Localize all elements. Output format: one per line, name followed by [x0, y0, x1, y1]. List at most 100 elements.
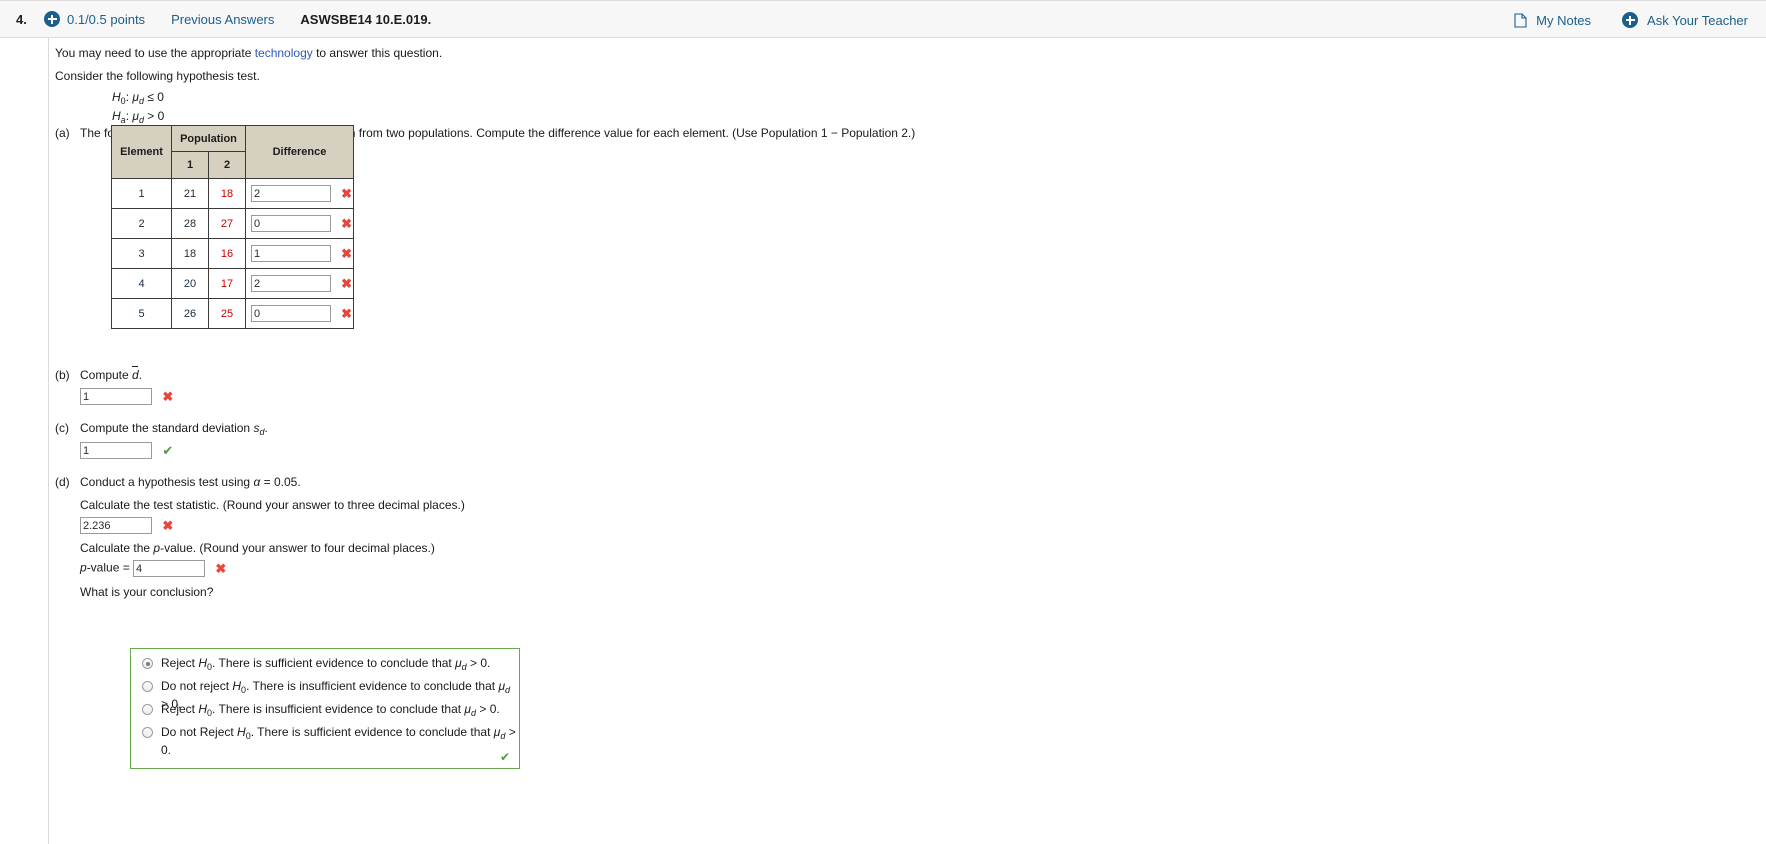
technology-notice: You may need to use the appropriate tech… — [55, 46, 442, 60]
radio-button-icon[interactable] — [142, 658, 153, 669]
ask-teacher-plus-icon[interactable] — [1622, 12, 1639, 28]
table-row: 4 20 17 ✖ — [111, 268, 354, 299]
difference-input-4[interactable] — [251, 275, 331, 292]
table-row: 3 18 16 ✖ — [111, 238, 354, 269]
consider-line: Consider the following hypothesis test. — [55, 69, 260, 83]
test-statistic-input[interactable] — [80, 517, 152, 534]
choice-label: Reject H0. There is sufficient evidence … — [161, 656, 491, 672]
cell-difference: ✖ — [245, 238, 354, 269]
cell-pop2: 25 — [208, 298, 246, 329]
sd-input[interactable] — [80, 442, 152, 459]
conclusion-choices-box: Reject H0. There is sufficient evidence … — [130, 648, 520, 769]
incorrect-icon: ✖ — [341, 186, 352, 201]
radio-button-icon[interactable] — [142, 681, 153, 692]
pvalue-answer-row: p-value = ✖ — [80, 560, 226, 577]
incorrect-icon: ✖ — [341, 276, 352, 291]
cell-element: 3 — [111, 238, 172, 269]
header-population-group: Population — [171, 125, 246, 152]
difference-input-1[interactable] — [251, 185, 331, 202]
pvalue-prompt-pre: Calculate the — [80, 541, 154, 555]
header-population-2: 2 — [208, 151, 246, 179]
correct-icon: ✔ — [499, 750, 510, 764]
table-header-row-1: Element Population Difference — [111, 125, 354, 179]
table-row: 1 21 18 ✖ — [111, 178, 354, 209]
part-c-answer-row: ✔ — [80, 442, 173, 459]
choice-option-1[interactable]: Reject H0. There is sufficient evidence … — [131, 656, 519, 679]
question-header-bar: 4. 0.1/0.5 points Previous Answers ASWSB… — [0, 0, 1766, 38]
part-c-label: (c) — [55, 421, 69, 435]
cell-pop2: 18 — [208, 178, 246, 209]
radio-button-icon[interactable] — [142, 704, 153, 715]
cell-element: 4 — [111, 268, 172, 299]
plus-circle-icon[interactable] — [44, 11, 60, 27]
table-body: 1 21 18 ✖ 2 28 27 ✖ 3 18 16 — [111, 178, 354, 329]
cell-element: 5 — [111, 298, 172, 329]
part-b-text-post: . — [138, 368, 143, 382]
part-a-label: (a) — [55, 126, 70, 140]
previous-answers-link[interactable]: Previous Answers — [171, 12, 274, 27]
table-row: 2 28 27 ✖ — [111, 208, 354, 239]
choice-option-2[interactable]: Do not reject H0. There is insufficient … — [131, 679, 519, 711]
question-number: 4. — [16, 11, 27, 27]
incorrect-icon: ✖ — [162, 518, 174, 533]
pvalue-input[interactable] — [133, 560, 206, 577]
cell-difference: ✖ — [245, 208, 354, 239]
technology-notice-pre: You may need to use the appropriate — [55, 46, 255, 60]
cell-difference: ✖ — [245, 298, 354, 329]
choice-label: Reject H0. There is insufficient evidenc… — [161, 702, 500, 718]
d-bar-symbol: d — [132, 368, 139, 382]
conclusion-prompt: What is your conclusion? — [80, 585, 214, 599]
part-b-label: (b) — [55, 368, 70, 382]
hypothesis-block: H0: μd ≤ 0 Ha: μd > 0 — [112, 90, 164, 128]
cell-pop1: 28 — [171, 208, 209, 239]
null-hypothesis: H0: μd ≤ 0 — [112, 90, 164, 106]
part-d-label: (d) — [55, 475, 70, 489]
header-population-1: 1 — [171, 151, 209, 179]
incorrect-icon: ✖ — [215, 561, 227, 576]
ask-your-teacher-link[interactable]: Ask Your Teacher — [1647, 13, 1748, 28]
pvalue-label-symbol: p — [80, 560, 87, 575]
cell-pop1: 21 — [171, 178, 209, 209]
matched-samples-table: Element Population Difference 1 2 1 21 1… — [111, 125, 354, 329]
cell-pop1: 18 — [171, 238, 209, 269]
part-b-answer-row: ✖ — [80, 388, 173, 405]
cell-pop2: 17 — [208, 268, 246, 299]
test-statistic-answer-row: ✖ — [80, 517, 173, 534]
pvalue-prompt-post: -value. (Round your answer to four decim… — [160, 541, 435, 555]
difference-input-3[interactable] — [251, 245, 331, 262]
correct-icon: ✔ — [162, 443, 174, 458]
test-statistic-prompt: Calculate the test statistic. (Round you… — [80, 498, 465, 512]
incorrect-icon: ✖ — [341, 246, 352, 261]
dbar-input[interactable] — [80, 388, 152, 405]
cell-difference: ✖ — [245, 178, 354, 209]
cell-element: 2 — [111, 208, 172, 239]
pvalue-label-post: -value = — [86, 560, 134, 575]
cell-difference: ✖ — [245, 268, 354, 299]
part-d-text: Conduct a hypothesis test using α = 0.05… — [80, 475, 301, 489]
pvalue-prompt: Calculate the p-value. (Round your answe… — [80, 541, 435, 555]
technology-link[interactable]: technology — [255, 46, 313, 60]
problem-id-label: ASWSBE14 10.E.019. — [300, 11, 432, 27]
table-row: 5 26 25 ✖ — [111, 298, 354, 329]
difference-input-2[interactable] — [251, 215, 331, 232]
part-d-text-post: = 0.05. — [260, 475, 301, 489]
incorrect-icon: ✖ — [162, 389, 174, 404]
question-body: You may need to use the appropriate tech… — [48, 38, 1766, 844]
choice-option-3[interactable]: Reject H0. There is insufficient evidenc… — [131, 702, 519, 725]
cell-pop1: 26 — [171, 298, 209, 329]
part-b-text-pre: Compute — [80, 368, 133, 382]
part-c-text-pre: Compute the standard deviation — [80, 421, 254, 435]
header-element: Element — [111, 125, 172, 179]
points-group: 0.1/0.5 points — [44, 11, 145, 27]
choice-label: Do not Reject H0. There is sufficient ev… — [161, 725, 516, 757]
technology-notice-post: to answer this question. — [312, 46, 443, 60]
cell-pop2: 16 — [208, 238, 246, 269]
choice-option-4[interactable]: Do not Reject H0. There is sufficient ev… — [131, 725, 519, 757]
cell-pop2: 27 — [208, 208, 246, 239]
incorrect-icon: ✖ — [341, 216, 352, 231]
my-notes-link[interactable]: My Notes — [1536, 13, 1591, 28]
part-d-text-pre: Conduct a hypothesis test using — [80, 475, 254, 489]
radio-button-icon[interactable] — [142, 727, 153, 738]
points-label[interactable]: 0.1/0.5 points — [67, 12, 145, 27]
difference-input-5[interactable] — [251, 305, 331, 322]
